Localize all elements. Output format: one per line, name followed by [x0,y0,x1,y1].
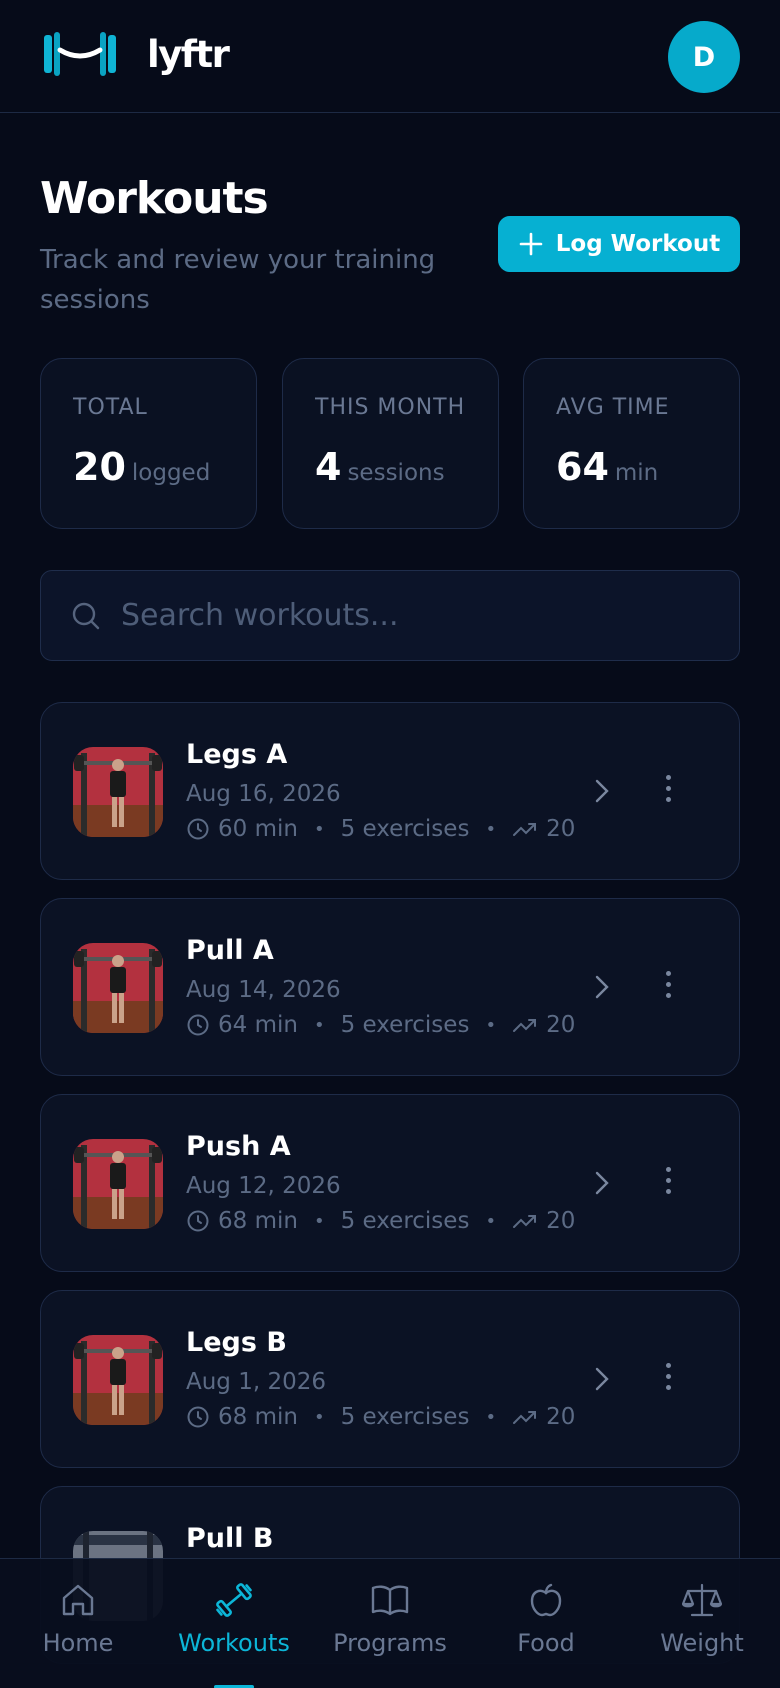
stat-value: 64 min [556,445,659,489]
workout-trend: 20 [546,816,576,842]
workout-name: Pull A [186,935,274,966]
app-header: lyftr D [0,0,780,113]
stat-label: TOTAL [73,395,148,420]
page-subtitle: Track and review your training sessions [40,245,436,315]
more-options-icon[interactable] [662,775,674,805]
workout-duration: 68 min [218,1404,298,1430]
workout-date: Aug 14, 2026 [186,977,341,1003]
apple-icon [530,1583,562,1617]
chevron-right-icon[interactable] [591,973,613,1001]
separator: • [313,818,325,840]
logo-icon [44,32,116,76]
dumbbell-icon [216,1583,252,1617]
stat-value: 4 sessions [315,445,445,489]
workout-duration: 64 min [218,1012,298,1038]
avatar[interactable]: D [668,21,740,93]
workout-date: Aug 1, 2026 [186,1369,327,1395]
search-input[interactable] [121,571,721,659]
workout-meta: 68 min • 5 exercises • 20 [186,1208,575,1234]
search-icon [72,602,100,630]
separator: • [313,1210,325,1232]
chevron-right-icon[interactable] [591,1365,613,1393]
nav-item-weight[interactable]: Weight [624,1581,780,1681]
workout-name: Pull B [186,1523,274,1554]
workout-name: Push A [186,1131,291,1162]
workout-thumbnail [73,1335,163,1425]
workout-duration: 60 min [218,816,298,842]
stat-card-total: TOTAL 20 logged [40,358,257,529]
stat-card-this-month: THIS MONTH 4 sessions [282,358,499,529]
chevron-right-icon[interactable] [591,1169,613,1197]
workout-date: Aug 12, 2026 [186,1173,341,1199]
workout-trend: 20 [546,1012,576,1038]
workout-thumbnail [73,747,163,837]
chevron-right-icon[interactable] [591,777,613,805]
stat-card-avg-time: AVG TIME 64 min [523,358,740,529]
stat-label: THIS MONTH [315,395,466,420]
workout-trend: 20 [546,1208,576,1234]
workout-exercises: 5 exercises [340,816,470,842]
workout-meta: 68 min • 5 exercises • 20 [186,1404,575,1430]
stat-value: 20 logged [73,445,211,489]
more-options-icon[interactable] [662,1363,674,1393]
more-options-icon[interactable] [662,1167,674,1197]
scale-icon [682,1583,722,1617]
clock-icon [187,818,209,840]
workout-meta: 60 min • 5 exercises • 20 [186,816,575,842]
plus-icon [519,232,543,256]
workout-exercises: 5 exercises [340,1208,470,1234]
search-bar [40,570,740,661]
separator: • [485,1406,497,1428]
workout-meta: 64 min • 5 exercises • 20 [186,1012,575,1038]
clock-icon [187,1210,209,1232]
workout-name: Legs B [186,1327,287,1358]
nav-label: Home [42,1629,114,1657]
brand-name: lyftr [147,33,230,76]
workout-exercises: 5 exercises [340,1012,470,1038]
trending-up-icon [513,1411,537,1424]
bottom-nav: Home Workouts Programs Food Weight [0,1558,780,1688]
workout-exercises: 5 exercises [340,1404,470,1430]
nav-label: Weight [660,1629,744,1657]
more-options-icon[interactable] [662,971,674,1001]
workout-card[interactable]: Legs A Aug 16, 2026 60 min • 5 exercises… [40,702,740,880]
workout-name: Legs A [186,739,288,770]
nav-label: Food [517,1629,575,1657]
log-workout-label: Log Workout [555,231,721,257]
workout-card[interactable]: Pull A Aug 14, 2026 64 min • 5 exercises… [40,898,740,1076]
separator: • [313,1014,325,1036]
page-title: Workouts [40,173,269,224]
workout-date: Aug 16, 2026 [186,781,341,807]
workout-card[interactable]: Legs B Aug 1, 2026 68 min • 5 exercises … [40,1290,740,1468]
separator: • [485,1210,497,1232]
clock-icon [187,1406,209,1428]
nav-label: Programs [333,1629,447,1657]
separator: • [485,1014,497,1036]
separator: • [313,1406,325,1428]
nav-item-programs[interactable]: Programs [312,1581,468,1681]
log-workout-button[interactable]: Log Workout [498,216,740,272]
home-icon [62,1584,94,1616]
workout-card[interactable]: Push A Aug 12, 2026 68 min • 5 exercises… [40,1094,740,1272]
separator: • [485,818,497,840]
trending-up-icon [513,1215,537,1228]
nav-item-workouts[interactable]: Workouts [156,1581,312,1681]
workout-thumbnail [73,1139,163,1229]
nav-item-food[interactable]: Food [468,1581,624,1681]
clock-icon [187,1014,209,1036]
trending-up-icon [513,1019,537,1032]
nav-item-home[interactable]: Home [0,1581,156,1681]
workout-thumbnail [73,943,163,1033]
nav-label: Workouts [178,1629,290,1657]
book-icon [371,1585,409,1616]
stat-label: AVG TIME [556,395,670,420]
workout-duration: 68 min [218,1208,298,1234]
workout-trend: 20 [546,1404,576,1430]
trending-up-icon [513,823,537,836]
